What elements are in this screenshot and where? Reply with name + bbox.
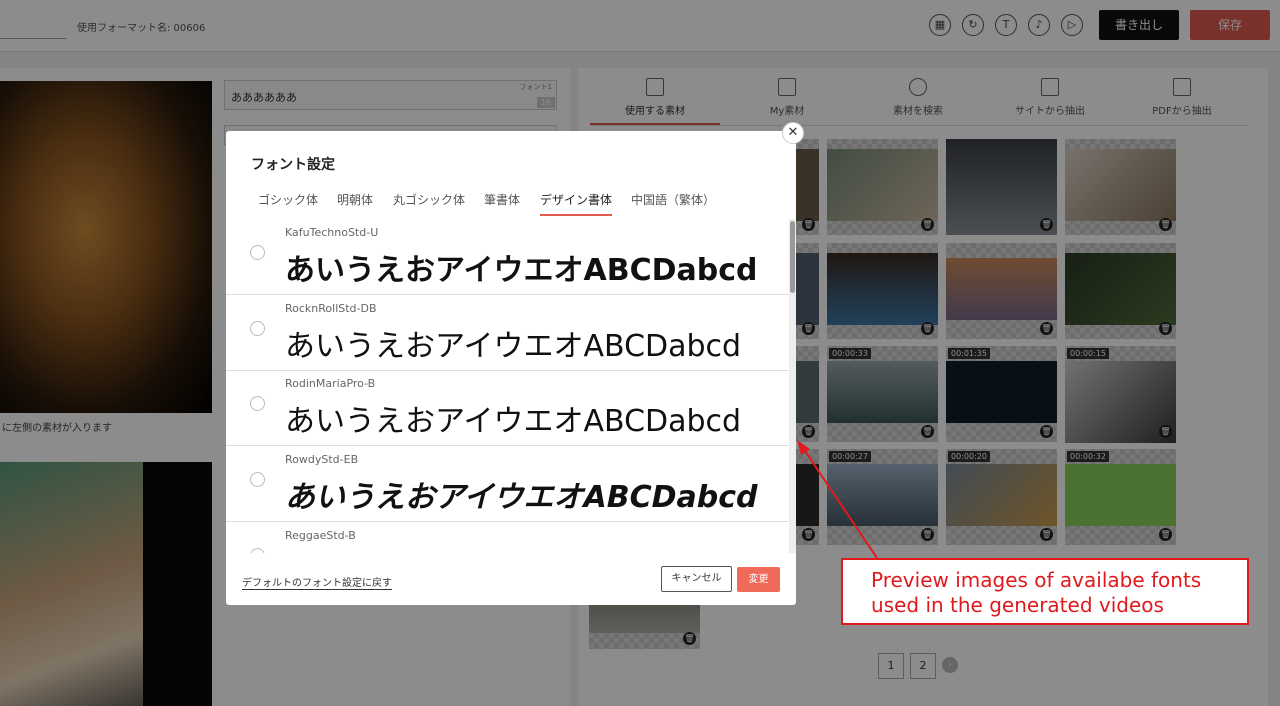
annotation-line-1: Preview images of availabe fonts bbox=[871, 568, 1202, 592]
font-list-scrollbar[interactable] bbox=[789, 219, 796, 553]
font-option[interactable]: RocknRollStd-DB あいうえおアイウエオABCDabcd bbox=[226, 295, 789, 371]
cancel-button[interactable]: キャンセル bbox=[661, 566, 732, 592]
font-sample: あいうえおアイウエオABCDabcd bbox=[285, 404, 742, 439]
font-name: RocknRollStd-DB bbox=[285, 302, 377, 315]
scrollbar-thumb[interactable] bbox=[790, 221, 795, 293]
font-radio[interactable] bbox=[250, 396, 265, 411]
font-sample: あいうえおアイウエオABCDabcd bbox=[285, 329, 742, 364]
close-icon[interactable]: ✕ bbox=[782, 122, 804, 144]
font-name: RodinMariaPro-B bbox=[285, 377, 376, 390]
font-settings-modal: フォント設定 ゴシック体 明朝体 丸ゴシック体 筆書体 デザイン書体 中国語（繁… bbox=[226, 131, 796, 605]
font-name: ReggaeStd-B bbox=[285, 529, 356, 542]
change-button[interactable]: 変更 bbox=[737, 567, 780, 592]
tab-brush[interactable]: 筆書体 bbox=[484, 191, 520, 214]
font-name: KafuTechnoStd-U bbox=[285, 226, 379, 239]
font-radio[interactable] bbox=[250, 548, 265, 553]
annotation-callout: Preview images of availabe fonts used in… bbox=[841, 558, 1249, 625]
font-radio[interactable] bbox=[250, 472, 265, 487]
reset-default-link[interactable]: デフォルトのフォント設定に戻す bbox=[242, 574, 392, 590]
font-option[interactable]: ReggaeStd-B bbox=[226, 522, 789, 553]
font-list[interactable]: KafuTechnoStd-U あいうえおアイウエオABCDabcd Rockn… bbox=[226, 219, 789, 553]
tab-gothic[interactable]: ゴシック体 bbox=[258, 191, 318, 214]
modal-title: フォント設定 bbox=[251, 157, 335, 173]
tab-mincho[interactable]: 明朝体 bbox=[337, 191, 373, 214]
tab-maru-gothic[interactable]: 丸ゴシック体 bbox=[393, 191, 465, 214]
font-radio[interactable] bbox=[250, 245, 265, 260]
font-option[interactable]: RowdyStd-EB あいうえおアイウエオABCDabcd bbox=[226, 446, 789, 522]
font-sample: あいうえおアイウエオABCDabcd bbox=[285, 480, 758, 515]
font-option[interactable]: RodinMariaPro-B あいうえおアイウエオABCDabcd bbox=[226, 370, 789, 446]
tab-chinese-traditional[interactable]: 中国語（繁体） bbox=[631, 191, 715, 214]
font-sample: あいうえおアイウエオABCDabcd bbox=[285, 253, 758, 288]
tab-design[interactable]: デザイン書体 bbox=[540, 191, 613, 216]
annotation-line-2: used in the generated videos bbox=[871, 593, 1164, 617]
font-radio[interactable] bbox=[250, 321, 265, 336]
font-option[interactable]: KafuTechnoStd-U あいうえおアイウエオABCDabcd bbox=[226, 219, 789, 295]
font-name: RowdyStd-EB bbox=[285, 453, 359, 466]
